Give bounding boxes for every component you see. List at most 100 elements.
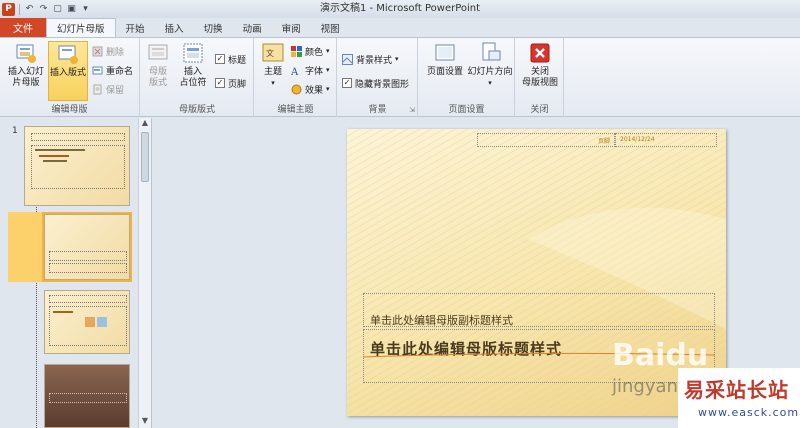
colors-icon (291, 45, 302, 57)
selection-highlight (8, 212, 42, 282)
slide-orientation-icon (482, 42, 501, 61)
tab-transitions[interactable]: 切换 (194, 18, 233, 37)
insert-placeholder-icon (183, 43, 203, 63)
slide-orientation-label: 幻灯片方向 (467, 67, 513, 77)
footer-check-icon: ✓ (215, 78, 225, 88)
background-styles-dropdown-icon: ▾ (395, 55, 399, 63)
themes-dropdown-icon: ▾ (271, 79, 275, 87)
effects-dropdown-icon: ▾ (326, 85, 330, 93)
master-layout-icon (148, 44, 168, 60)
undo-icon[interactable]: ↶ (24, 4, 35, 15)
insert-slide-master-icon (16, 44, 36, 63)
scrollbar-thumb[interactable] (141, 132, 149, 182)
site-logo-url: www.easck.com (698, 406, 800, 419)
tab-view[interactable]: 视图 (311, 18, 350, 37)
tab-slide-master[interactable]: 幻灯片母版 (46, 18, 116, 37)
insert-layout-icon (58, 45, 78, 64)
insert-placeholder-label: 插入 占位符 (179, 67, 207, 88)
master-layout-button[interactable]: 母版 版式 (143, 41, 173, 89)
footer-text: 页脚 (597, 138, 610, 145)
background-styles-label: 背景样式 (356, 55, 393, 66)
insert-placeholder-button[interactable]: 插入 占位符 (175, 41, 211, 89)
svg-text:A: A (291, 67, 299, 76)
group-label-master-layout: 母版版式 (178, 105, 215, 115)
tab-insert[interactable]: 插入 (155, 18, 194, 37)
title-bar: P ↶ ↷ ▢ ▣ ▾ 演示文稿1 - Microsoft PowerPoint (0, 0, 800, 18)
thumbnail-pane: 1 ▲ ▼ (0, 118, 152, 428)
group-page-setup: 页面设置 幻灯片方向 ▾ 页面设置 (419, 38, 515, 117)
footer-checkbox[interactable]: ✓ 页脚 (215, 76, 246, 90)
tab-home[interactable]: 开始 (116, 18, 155, 37)
group-background: 背景样式 ▾ ✓ 隐藏背景图形 背景 ⇲ (338, 38, 418, 117)
thumbnail-scrollbar[interactable]: ▲ ▼ (138, 118, 151, 428)
new-icon[interactable]: ▢ (52, 4, 63, 15)
insert-slide-master-button[interactable]: 插入幻灯 片母版 (6, 41, 46, 89)
footer-placeholder[interactable]: 页脚 (477, 133, 615, 147)
group-label-page-setup: 页面设置 (448, 105, 485, 115)
hide-background-checkbox[interactable]: ✓ 隐藏背景图形 (342, 76, 409, 90)
title-checkbox[interactable]: ✓ 标题 (215, 52, 246, 66)
close-master-view-icon (530, 43, 550, 63)
group-close: 关闭 母版视图 关闭 (516, 38, 564, 117)
ribbon-tabs: 文件 幻灯片母版 开始 插入 切换 动画 审阅 视图 (0, 18, 800, 37)
themes-icon: 文 (262, 43, 284, 62)
group-edit-theme: 文 主题 ▾ 颜色 ▾ A 字体 ▾ 效果 ▾ 编辑主题 (255, 38, 337, 117)
slide-orientation-button[interactable]: 幻灯片方向 ▾ (467, 41, 513, 89)
scroll-down-icon[interactable]: ▼ (139, 416, 151, 428)
footer-check-label: 页脚 (228, 79, 247, 90)
save-icon[interactable]: ▣ (66, 4, 77, 15)
layout-thumbnail-section[interactable] (44, 364, 130, 428)
fonts-button[interactable]: A 字体 ▾ (291, 63, 330, 77)
layout-thumbnail-content[interactable] (44, 290, 130, 354)
colors-dropdown-icon: ▾ (326, 47, 330, 55)
tab-animations[interactable]: 动画 (233, 18, 272, 37)
page-setup-button[interactable]: 页面设置 (423, 41, 467, 78)
background-dialog-launcher-icon[interactable]: ⇲ (409, 106, 415, 114)
tab-review[interactable]: 审阅 (272, 18, 311, 37)
svg-text:文: 文 (266, 48, 274, 58)
themes-label: 主题 (263, 67, 282, 77)
group-label-edit-master: 编辑母版 (51, 105, 88, 115)
ribbon: 插入幻灯 片母版 插入版式 删除 重命名 保留 编辑母版 母版 版式 插入 占位… (0, 37, 800, 117)
date-placeholder[interactable]: 2014/12/24 (615, 133, 717, 147)
jingyan-watermark: jingyan (612, 376, 678, 397)
redo-icon[interactable]: ↷ (38, 4, 49, 15)
close-master-view-label: 关闭 母版视图 (521, 67, 558, 88)
group-label-edit-theme: 编辑主题 (277, 105, 314, 115)
effects-button[interactable]: 效果 ▾ (291, 82, 330, 96)
insert-layout-button[interactable]: 插入版式 (48, 41, 88, 101)
fonts-dropdown-icon: ▾ (326, 66, 330, 74)
subtitle-placeholder[interactable]: 单击此处编辑母版副标题样式 (363, 293, 715, 327)
hide-background-check-icon: ✓ (342, 78, 352, 88)
window-title: 演示文稿1 - Microsoft PowerPoint (319, 3, 481, 14)
group-master-layout: 母版 版式 插入 占位符 ✓ 标题 ✓ 页脚 母版版式 (141, 38, 254, 117)
preserve-button[interactable]: 保留 (92, 82, 124, 96)
customize-icon[interactable]: ▾ (80, 4, 91, 15)
delete-label: 删除 (106, 47, 125, 58)
group-label-background: 背景 (368, 105, 387, 115)
colors-label: 颜色 (305, 47, 324, 58)
rename-icon (92, 66, 103, 74)
scroll-up-icon[interactable]: ▲ (139, 118, 151, 130)
title-check-icon: ✓ (215, 54, 225, 64)
site-logo: 易采站长站 www.easck.com (678, 368, 800, 428)
tab-file[interactable]: 文件 (0, 18, 46, 37)
effects-icon (291, 84, 302, 94)
preserve-icon (93, 84, 102, 94)
layout-thumbnail-title[interactable] (42, 212, 132, 282)
qat-separator (19, 3, 20, 15)
background-styles-button[interactable]: 背景样式 ▾ (342, 52, 399, 66)
page-setup-label: 页面设置 (426, 67, 463, 77)
themes-button[interactable]: 文 主题 ▾ (259, 41, 287, 89)
close-master-view-button[interactable]: 关闭 母版视图 (520, 41, 560, 89)
fonts-icon: A (291, 67, 299, 76)
group-edit-master: 插入幻灯 片母版 插入版式 删除 重命名 保留 编辑母版 (0, 38, 140, 117)
group-label-close: 关闭 (530, 105, 549, 115)
colors-button[interactable]: 颜色 ▾ (291, 44, 330, 58)
delete-button[interactable]: 删除 (92, 44, 124, 58)
hide-background-label: 隐藏背景图形 (355, 79, 410, 90)
thumbnail-number: 1 (12, 126, 18, 136)
powerpoint-logo-icon[interactable]: P (2, 2, 15, 16)
slide-master-thumbnail[interactable] (24, 126, 130, 206)
rename-button[interactable]: 重命名 (92, 63, 133, 77)
